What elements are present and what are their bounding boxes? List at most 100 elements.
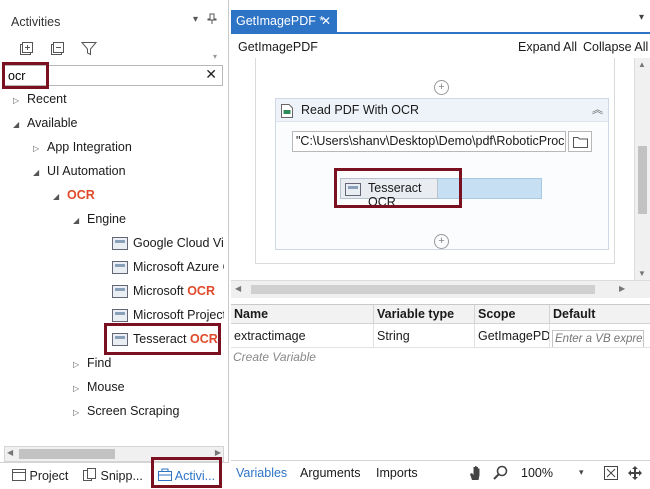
tree-item-app-integration[interactable]: ▷ App Integration xyxy=(33,136,132,158)
activity-microsoft-ocr[interactable]: Microsoft OCR xyxy=(112,280,215,302)
collapse-activity-icon[interactable]: ︽ xyxy=(592,101,603,117)
variable-scope-cell[interactable]: GetImagePDF xyxy=(475,324,550,348)
workflow-designer: + Read PDF With OCR ︽ "C:\Users\shanv\De… xyxy=(231,58,634,280)
activities-icon xyxy=(158,468,172,481)
collapsed-arrow-icon: ▷ xyxy=(33,144,40,153)
tab-list-dropdown-icon[interactable]: ▾ xyxy=(639,12,644,23)
expand-all-icon[interactable] xyxy=(16,38,36,58)
tree-label: Google Cloud Vis xyxy=(133,236,224,250)
tree-label: App Integration xyxy=(47,140,132,154)
pdf-document-icon xyxy=(281,104,293,118)
ocr-activity-icon xyxy=(112,261,128,275)
scroll-down-icon[interactable]: ▼ xyxy=(638,269,646,278)
ocr-activity-icon xyxy=(345,183,361,197)
scroll-up-icon[interactable]: ▲ xyxy=(638,60,646,69)
read-pdf-with-ocr-activity[interactable]: Read PDF With OCR ︽ "C:\Users\shanv\Desk… xyxy=(275,98,609,250)
tree-item-mouse[interactable]: ▷ Mouse xyxy=(73,376,125,398)
tree-item-ui-automation[interactable]: ◢ UI Automation xyxy=(33,160,126,182)
tree-item-screen-scraping[interactable]: ▷ Screen Scraping xyxy=(73,400,179,422)
folder-icon xyxy=(573,137,588,148)
zoom-icon[interactable] xyxy=(493,465,508,480)
designer-header: GetImagePDF Expand All Collapse All xyxy=(231,34,650,59)
designer-vertical-scrollbar[interactable]: ▲ ▼ xyxy=(634,58,650,280)
ocr-activity-icon xyxy=(112,285,128,299)
collapse-all-link[interactable]: Collapse All xyxy=(583,40,648,54)
toolbar-overflow-icon[interactable]: ▾ xyxy=(213,52,217,61)
default-value-input[interactable] xyxy=(552,330,644,347)
scroll-thumb[interactable] xyxy=(638,146,647,214)
activities-search-input[interactable] xyxy=(8,67,193,84)
column-header-scope[interactable]: Scope xyxy=(475,305,550,324)
close-tab-icon[interactable]: ✕ xyxy=(321,10,331,32)
panel-menu-icon[interactable]: ▾ xyxy=(193,14,198,25)
tab-label: Snipp... xyxy=(100,469,143,483)
breadcrumb[interactable]: GetImagePDF xyxy=(238,40,318,54)
ocr-activity-icon xyxy=(112,237,128,251)
tab-snippets[interactable]: Snipp... xyxy=(83,466,143,486)
tab-project[interactable]: Project xyxy=(12,466,68,486)
activity-title: Read PDF With OCR xyxy=(301,103,420,117)
variable-type-cell[interactable]: String xyxy=(374,324,475,348)
tree-item-engine[interactable]: ◢ Engine xyxy=(73,208,126,230)
create-variable-link[interactable]: Create Variable xyxy=(233,350,316,364)
activities-panel: Activities ▾ ▾ ✕ ▷ Recent ◢ Available ▷ App… xyxy=(0,0,229,489)
pan-hand-icon[interactable] xyxy=(469,465,483,481)
panel-bottom-tabs: Project Snipp... Activi... xyxy=(0,462,229,489)
fit-to-screen-icon[interactable] xyxy=(603,465,619,481)
tab-arguments[interactable]: Arguments xyxy=(300,466,360,480)
tab-getimagepdf[interactable]: GetImagePDF * ✕ xyxy=(231,10,337,32)
variables-panel: Name Variable type Scope Default extract… xyxy=(231,304,650,461)
tree-item-ocr[interactable]: ◢ OCR xyxy=(53,184,95,206)
tree-label: Microsoft xyxy=(133,284,188,298)
tab-variables[interactable]: Variables xyxy=(236,466,287,480)
activity-google-cloud-vision[interactable]: Google Cloud Vis xyxy=(112,232,224,254)
tab-activities[interactable]: Activi... xyxy=(158,466,215,486)
tree-item-available[interactable]: ◢ Available xyxy=(13,112,78,134)
expand-all-link[interactable]: Expand All xyxy=(518,40,577,54)
tree-label: Find xyxy=(87,356,112,370)
collapse-all-icon[interactable] xyxy=(47,38,67,58)
scroll-right-icon[interactable]: ▶ xyxy=(619,284,625,293)
tree-label: Mouse xyxy=(87,380,125,394)
filter-icon[interactable] xyxy=(79,38,99,58)
tree-item-recent[interactable]: ▷ Recent xyxy=(13,88,67,110)
variable-default-cell xyxy=(550,324,650,348)
clear-search-icon[interactable]: ✕ xyxy=(205,66,217,83)
tab-label: Activi... xyxy=(174,469,216,483)
designer-horizontal-scrollbar[interactable]: ◀ ▶ xyxy=(231,280,650,298)
tree-label: OCR xyxy=(67,188,95,202)
ocr-activity-icon xyxy=(112,333,128,347)
add-activity-icon[interactable]: + xyxy=(434,80,449,95)
zoom-dropdown-icon[interactable]: ▾ xyxy=(579,467,584,478)
tab-imports[interactable]: Imports xyxy=(376,466,418,480)
activity-microsoft-azure[interactable]: Microsoft Azure C xyxy=(112,256,224,278)
column-header-default[interactable]: Default xyxy=(550,305,650,324)
tree-item-find[interactable]: ▷ Find xyxy=(73,352,111,374)
tree-label: Microsoft Azure C xyxy=(133,260,224,274)
ocr-activity-icon xyxy=(112,309,128,323)
scroll-thumb[interactable] xyxy=(251,285,595,294)
activities-panel-title: Activities xyxy=(11,15,61,29)
activity-tesseract-ocr[interactable]: Tesseract OCR xyxy=(112,328,218,350)
zoom-level-select[interactable]: 100% xyxy=(521,466,553,480)
scroll-left-icon[interactable]: ◀ xyxy=(7,448,13,457)
add-activity-icon[interactable]: + xyxy=(434,234,449,249)
tab-label: GetImagePDF * xyxy=(236,14,325,28)
scroll-left-icon[interactable]: ◀ xyxy=(235,284,241,293)
variable-name-cell[interactable]: extractimage xyxy=(231,324,374,348)
collapsed-arrow-icon: ▷ xyxy=(73,384,80,393)
scroll-right-icon[interactable]: ▶ xyxy=(215,448,221,457)
project-icon xyxy=(12,469,26,481)
collapsed-arrow-icon: ▷ xyxy=(13,96,20,105)
column-header-variable-type[interactable]: Variable type xyxy=(374,305,475,324)
file-path-input[interactable]: "C:\Users\shanv\Desktop\Demo\pdf\Robotic… xyxy=(292,131,566,152)
activity-microsoft-project[interactable]: Microsoft Project xyxy=(112,304,224,326)
browse-folder-button[interactable] xyxy=(568,131,592,152)
pin-icon[interactable] xyxy=(207,13,217,28)
scroll-thumb[interactable] xyxy=(19,449,115,459)
collapsed-arrow-icon: ▷ xyxy=(73,408,80,417)
tesseract-ocr-engine[interactable]: Tesseract OCR xyxy=(340,178,438,209)
overview-icon[interactable] xyxy=(627,465,643,481)
tree-horizontal-scrollbar[interactable]: ◀ ▶ xyxy=(4,446,224,462)
column-header-name[interactable]: Name xyxy=(231,305,374,324)
